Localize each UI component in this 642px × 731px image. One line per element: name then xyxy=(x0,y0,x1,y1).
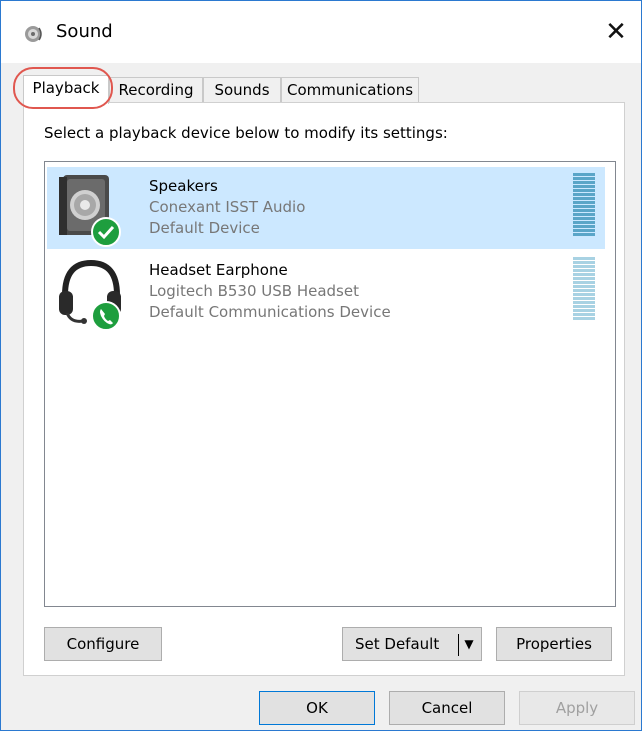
device-status: Default Communications Device xyxy=(149,303,391,321)
close-button[interactable]: ✕ xyxy=(599,15,633,49)
device-description: Conexant ISST Audio xyxy=(149,198,306,216)
ok-button[interactable]: OK xyxy=(259,691,375,725)
chevron-down-icon[interactable]: ▼ xyxy=(463,628,475,660)
device-list[interactable]: Speakers Conexant ISST Audio Default Dev… xyxy=(44,161,616,607)
apply-button[interactable]: Apply xyxy=(519,691,635,725)
cancel-button[interactable]: Cancel xyxy=(389,691,505,725)
speaker-title-icon xyxy=(23,23,45,45)
instructions-text: Select a playback device below to modify… xyxy=(44,124,448,142)
properties-button[interactable]: Properties xyxy=(496,627,612,661)
device-item-speakers[interactable]: Speakers Conexant ISST Audio Default Dev… xyxy=(47,167,605,249)
title-bar: Sound ✕ xyxy=(1,1,641,63)
tab-sounds[interactable]: Sounds xyxy=(203,77,281,103)
device-status: Default Device xyxy=(149,219,260,237)
headset-icon xyxy=(53,255,131,331)
playback-panel: Select a playback device below to modify… xyxy=(23,102,625,676)
set-default-button[interactable]: Set Default ▼ xyxy=(342,627,482,661)
tab-playback[interactable]: Playback xyxy=(23,75,109,104)
device-item-headset[interactable]: Headset Earphone Logitech B530 USB Heads… xyxy=(47,251,605,333)
split-separator xyxy=(458,634,459,656)
device-description: Logitech B530 USB Headset xyxy=(149,282,359,300)
volume-meter xyxy=(573,257,595,323)
check-badge-icon xyxy=(91,217,121,247)
configure-button[interactable]: Configure xyxy=(44,627,162,661)
tab-communications[interactable]: Communications xyxy=(281,77,419,103)
window-title: Sound xyxy=(56,21,113,42)
speaker-icon xyxy=(53,171,131,247)
device-name: Speakers xyxy=(149,177,218,195)
volume-meter xyxy=(573,173,595,239)
phone-badge-icon xyxy=(91,301,121,331)
tab-recording[interactable]: Recording xyxy=(109,77,203,103)
set-default-label: Set Default xyxy=(355,635,440,653)
device-name: Headset Earphone xyxy=(149,261,288,279)
sound-dialog: Sound ✕ Playback Recording Sounds Commun… xyxy=(0,0,642,731)
